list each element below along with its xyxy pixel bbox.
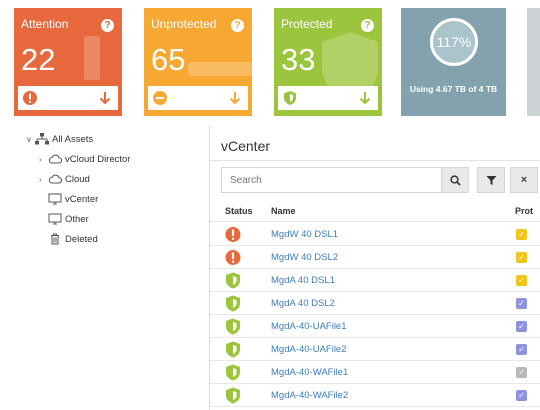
tree-item-deleted[interactable]: Deleted — [48, 232, 98, 246]
tree-label: All Assets — [52, 133, 94, 145]
attention-tile[interactable]: Attention ? 22 — [14, 8, 122, 116]
protection-checkbox[interactable]: ✓ — [516, 390, 527, 401]
asset-name-link[interactable]: MgdA 40 DSL2 — [271, 298, 335, 309]
asset-name-link[interactable]: MgdA-40-WAFile1 — [271, 367, 348, 378]
arrow-down-icon — [99, 92, 111, 105]
asset-name-link[interactable]: MgdA 40 DSL1 — [271, 275, 335, 286]
protection-checkbox[interactable]: ✓ — [516, 321, 527, 332]
asset-name-link[interactable]: MgdA-40-UAFile2 — [271, 344, 347, 355]
filter-icon — [486, 175, 496, 185]
help-icon[interactable]: ? — [361, 19, 374, 32]
protection-checkbox[interactable]: ✓ — [516, 367, 527, 378]
attention-title: Attention — [21, 17, 69, 31]
trash-icon — [51, 233, 59, 245]
protection-checkbox[interactable]: ✓ — [516, 275, 527, 286]
table-row[interactable]: MgdA 40 DSL1 ✓ — [210, 269, 540, 292]
cloud-icon — [48, 154, 62, 164]
tree-label: Other — [65, 213, 89, 225]
monitor-icon — [48, 213, 62, 225]
attention-bar[interactable] — [18, 86, 118, 110]
tree-label: vCloud Director — [65, 153, 131, 165]
protected-bar[interactable] — [278, 86, 378, 110]
protected-count: 33 — [281, 42, 316, 77]
protected-title: Protected — [281, 17, 333, 31]
table-row[interactable]: MgdA-40-WAFile2 ✓ — [210, 384, 540, 407]
main-panel: vCenter × Status Name Prot MgdW 40 DSL1 ✓… — [210, 126, 540, 410]
shield-icon — [226, 387, 240, 404]
unprotected-count: 65 — [151, 42, 186, 77]
shield-icon — [226, 318, 240, 335]
table-row[interactable]: MgdW 40 DSL1 ✓ — [210, 223, 540, 246]
storage-tile[interactable]: 117% Using 4.67 TB of 4 TB — [401, 8, 506, 116]
search-input[interactable] — [221, 167, 451, 193]
divider — [210, 160, 540, 161]
network-icon — [35, 133, 49, 145]
shield-icon — [226, 295, 240, 312]
help-icon[interactable]: ? — [101, 19, 114, 32]
tree-item-vcenter[interactable]: vCenter — [48, 192, 98, 206]
alert-circle-icon — [225, 227, 241, 242]
page-title: vCenter — [221, 138, 271, 154]
unprotected-bar[interactable] — [148, 86, 248, 110]
shield-icon — [284, 91, 296, 105]
minus-watermark-icon — [188, 62, 252, 76]
chevron-right-icon[interactable]: › — [39, 175, 48, 184]
tree-item-vcloud-director[interactable]: › vCloud Director — [39, 152, 130, 166]
tree-label: vCenter — [65, 193, 99, 205]
table-row[interactable]: MgdA-40-UAFile2 ✓ — [210, 338, 540, 361]
tree-item-cloud[interactable]: › Cloud — [39, 172, 90, 186]
asset-tree: ∨ All Assets › vCloud Director › Cloud v… — [0, 126, 210, 410]
protection-checkbox[interactable]: ✓ — [516, 298, 527, 309]
tree-label: Cloud — [65, 173, 90, 185]
shield-icon — [226, 272, 240, 289]
minus-circle-icon — [153, 91, 167, 105]
storage-gauge: 117% — [430, 18, 478, 66]
unprotected-tile[interactable]: Unprotected ? 65 — [144, 8, 252, 116]
asset-name-link[interactable]: MgdW 40 DSL2 — [271, 252, 338, 263]
close-icon: × — [520, 174, 528, 186]
alert-circle-icon — [23, 91, 37, 105]
shield-icon — [226, 364, 240, 381]
protection-checkbox[interactable]: ✓ — [516, 229, 527, 240]
table-row[interactable]: MgdA-40-WAFile1 ✓ — [210, 361, 540, 384]
asset-name-link[interactable]: MgdA-40-UAFile1 — [271, 321, 347, 332]
chevron-down-icon[interactable]: ∨ — [26, 135, 35, 144]
column-header-name[interactable]: Name — [271, 206, 296, 216]
table-header: Status Name Prot — [210, 200, 540, 222]
protection-checkbox[interactable]: ✓ — [516, 344, 527, 355]
tree-item-other[interactable]: Other — [48, 212, 89, 226]
storage-usage: Using 4.67 TB of 4 TB — [409, 84, 498, 94]
clear-filter-button[interactable]: × — [510, 167, 538, 193]
next-tile-partial[interactable] — [527, 8, 540, 116]
asset-name-link[interactable]: MgdW 40 DSL1 — [271, 229, 338, 240]
unprotected-title: Unprotected — [151, 17, 217, 31]
storage-percent: 117% — [436, 34, 472, 50]
table-row[interactable]: MgdA-40-UAFile1 ✓ — [210, 315, 540, 338]
protected-tile[interactable]: Protected ? 33 — [274, 8, 382, 116]
alert-circle-icon — [225, 250, 241, 265]
search-button[interactable] — [441, 167, 469, 193]
attention-count: 22 — [21, 42, 56, 77]
tree-label: Deleted — [65, 233, 98, 245]
search-icon — [449, 174, 461, 186]
asset-name-link[interactable]: MgdA-40-WAFile2 — [271, 390, 348, 401]
monitor-icon — [48, 193, 62, 205]
filter-button[interactable] — [477, 167, 505, 193]
help-icon[interactable]: ? — [231, 19, 244, 32]
table-row[interactable]: MgdW 40 DSL2 ✓ — [210, 246, 540, 269]
column-header-status[interactable]: Status — [225, 206, 253, 216]
column-header-protection[interactable]: Prot — [515, 206, 533, 216]
shield-icon — [226, 341, 240, 358]
protection-checkbox[interactable]: ✓ — [516, 252, 527, 263]
arrow-down-icon — [229, 92, 241, 105]
chevron-right-icon[interactable]: › — [39, 155, 48, 164]
tree-root-all-assets[interactable]: ∨ All Assets — [26, 132, 93, 146]
cloud-icon — [48, 174, 62, 184]
arrow-down-icon — [359, 92, 371, 105]
table-row[interactable]: MgdA 40 DSL2 ✓ — [210, 292, 540, 315]
